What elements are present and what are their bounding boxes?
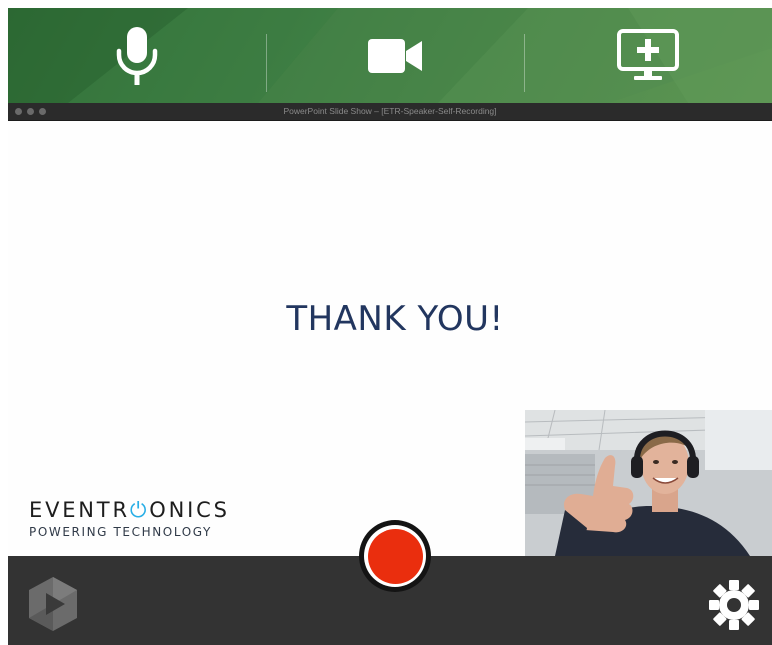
add-screen-button[interactable] [524, 8, 772, 103]
microphone-button[interactable] [8, 8, 266, 103]
record-button-ring [364, 525, 426, 587]
monitor-plus-icon [617, 28, 679, 80]
eventronics-logo: EVENTR⏻ONICS POWERING TECHNOLOGY [29, 498, 230, 539]
slide-title: THANK YOU! [286, 299, 504, 339]
window-title-bar: PowerPoint Slide Show – [ETR-Speaker-Sel… [8, 103, 772, 121]
logo-tagline: POWERING TECHNOLOGY [29, 525, 212, 539]
logo-wordmark: EVENTR⏻ONICS [29, 498, 230, 523]
record-button[interactable] [359, 520, 431, 592]
record-icon [367, 528, 423, 584]
gear-icon[interactable] [709, 580, 759, 630]
logo-word-part: EVENT [29, 498, 113, 522]
camera-button[interactable] [266, 8, 524, 103]
webcam-feed [525, 410, 772, 556]
video-camera-icon [368, 38, 422, 73]
microphone-icon [116, 26, 158, 85]
panopto-logo-icon [29, 577, 77, 631]
window-title: PowerPoint Slide Show – [ETR-Speaker-Sel… [283, 106, 497, 116]
webcam-preview[interactable] [525, 410, 772, 556]
logo-power-o: ⏻ [129, 498, 150, 522]
capture-toolbar [8, 8, 772, 103]
logo-word-part: ONICS [149, 498, 230, 522]
logo-word-part: R [112, 498, 130, 522]
